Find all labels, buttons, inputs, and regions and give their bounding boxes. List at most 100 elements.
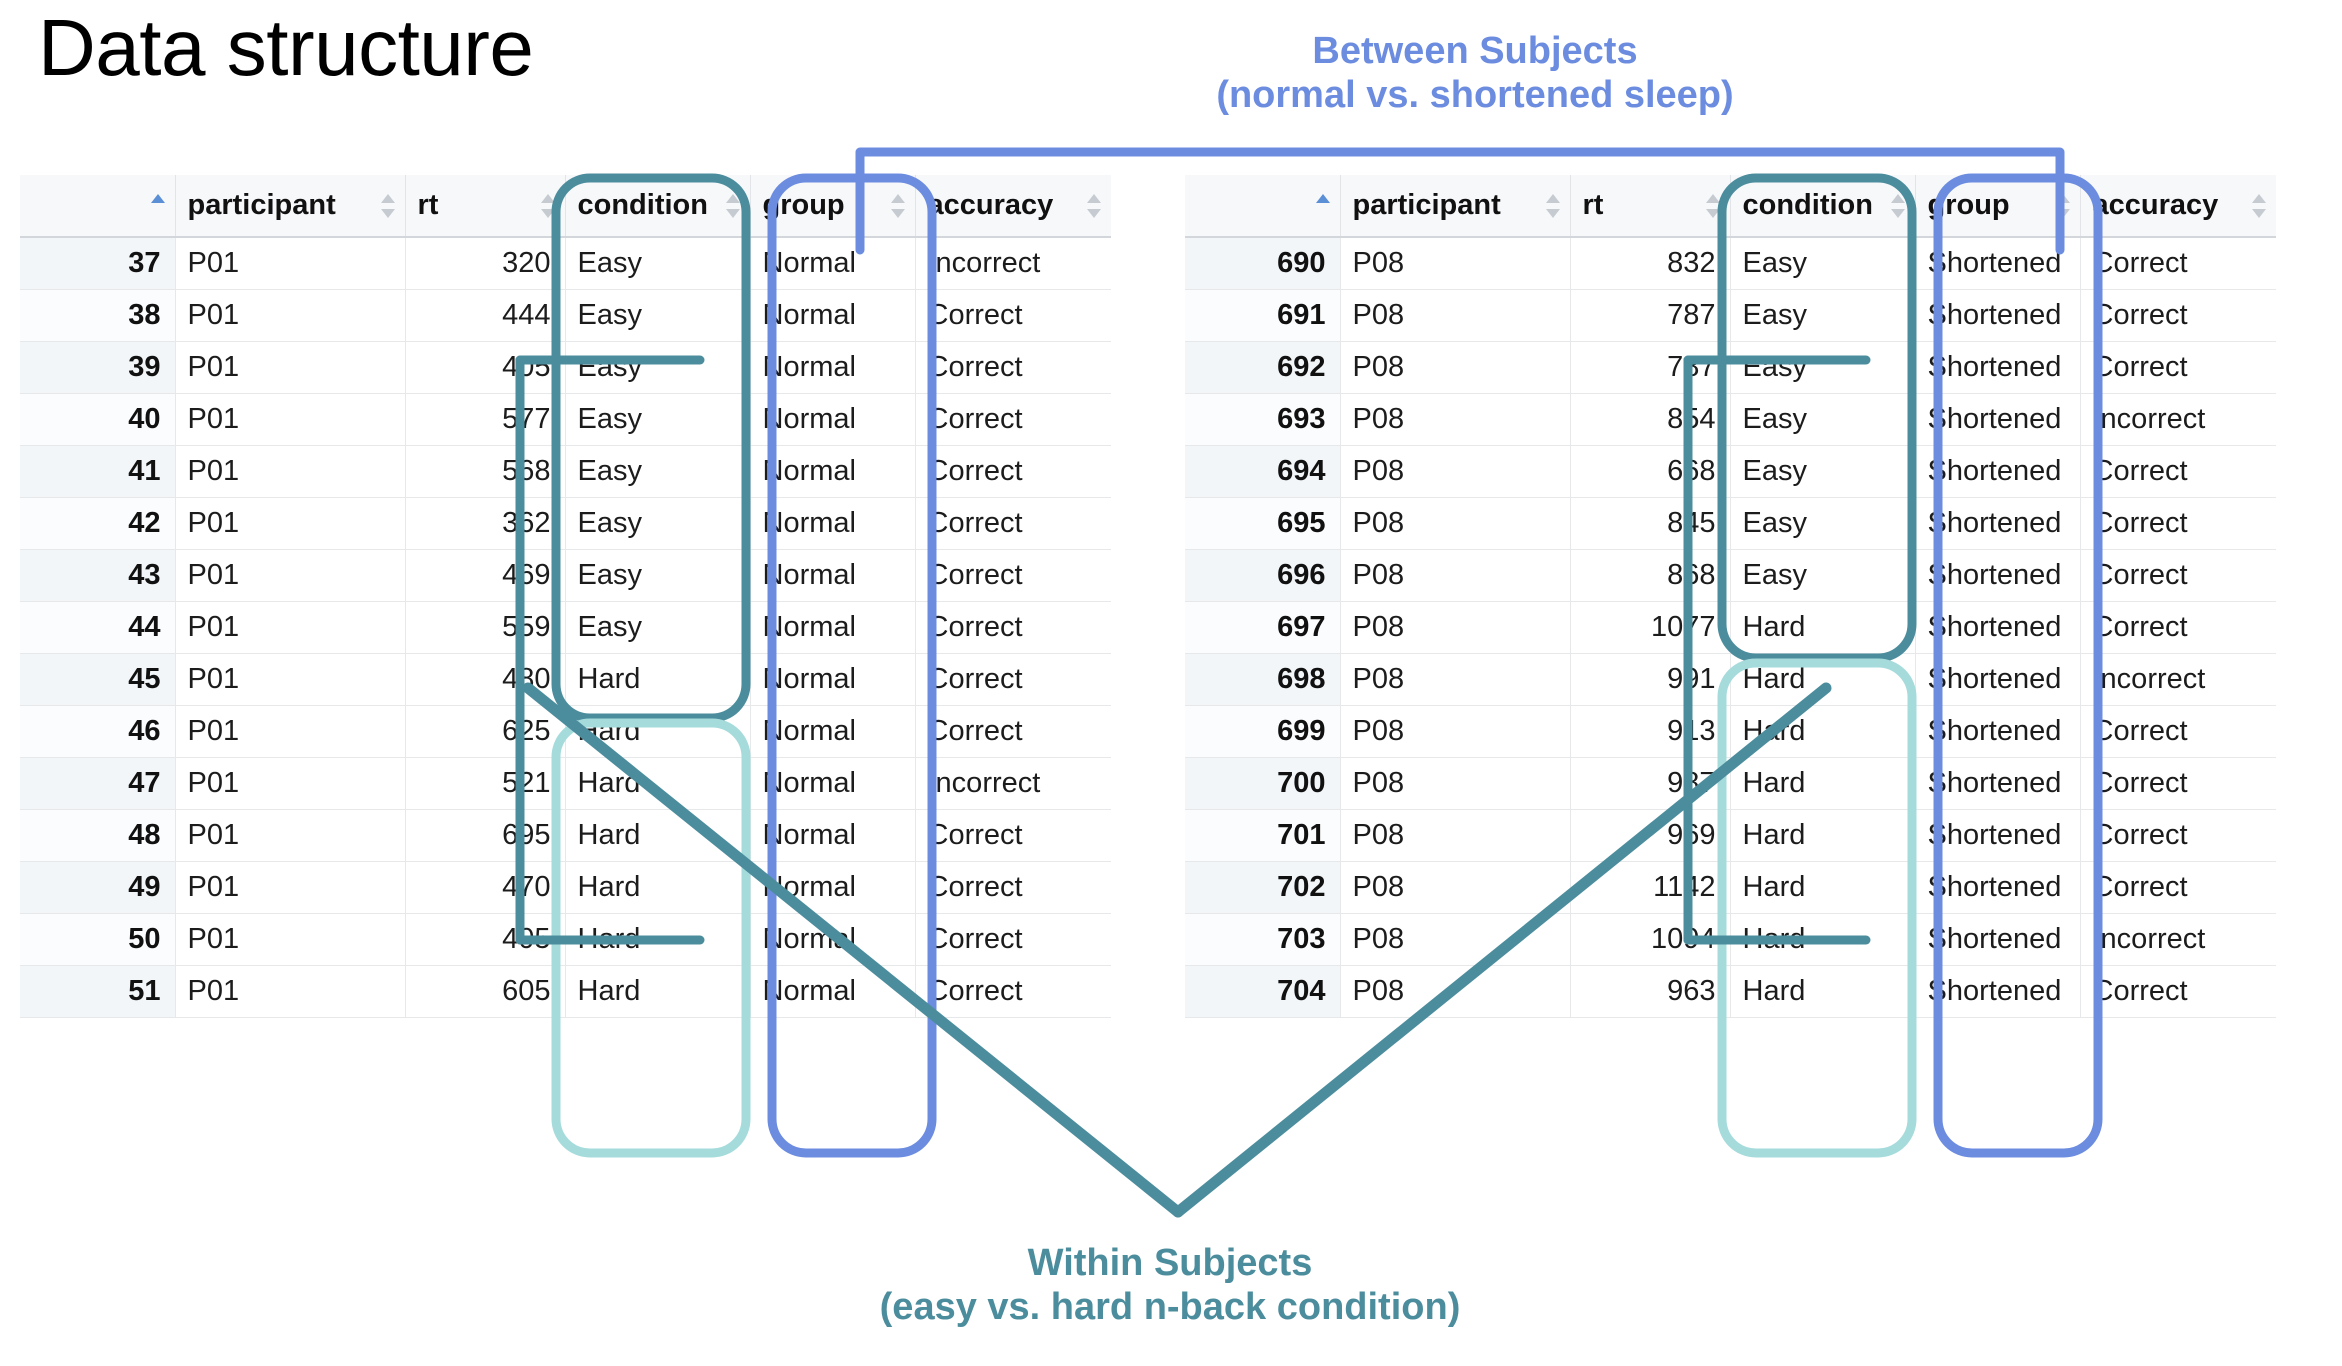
accuracy-cell: Correct [2080, 601, 2276, 654]
rt-cell: 480 [405, 653, 566, 706]
participant-cell: P01 [175, 809, 406, 862]
condition-cell: Hard [1730, 965, 1916, 1018]
table-row[interactable]: 699 P08 913 Hard Shortened Correct [1185, 705, 2276, 758]
column-header-participant[interactable]: participant [175, 175, 406, 238]
table-row[interactable]: 690 P08 832 Easy Shortened Correct [1185, 237, 2276, 290]
accuracy-cell: Correct [2080, 445, 2276, 498]
sort-icon[interactable] [725, 193, 740, 219]
accuracy-cell: Correct [2080, 237, 2276, 290]
table-row[interactable]: 38 P01 444 Easy Normal Correct [20, 289, 1111, 342]
column-header-condition[interactable]: condition [1730, 175, 1916, 238]
sort-icon[interactable] [2252, 193, 2266, 219]
table-row[interactable]: 39 P01 405 Easy Normal Correct [20, 341, 1111, 394]
row-index-cell: 703 [1185, 913, 1341, 966]
table-row[interactable]: 40 P01 577 Easy Normal Correct [20, 393, 1111, 446]
column-header-index[interactable] [1185, 175, 1341, 238]
sort-icon[interactable] [2055, 193, 2070, 219]
table-row[interactable]: 50 P01 405 Hard Normal Correct [20, 913, 1111, 966]
table-row[interactable]: 43 P01 469 Easy Normal Correct [20, 549, 1111, 602]
column-header-condition[interactable]: condition [565, 175, 751, 238]
table-row[interactable]: 46 P01 625 Hard Normal Correct [20, 705, 1111, 758]
table-row[interactable]: 48 P01 695 Hard Normal Correct [20, 809, 1111, 862]
table-row[interactable]: 692 P08 787 Easy Shortened Correct [1185, 341, 2276, 394]
sort-ascending-icon[interactable] [150, 193, 165, 219]
condition-cell: Easy [565, 497, 751, 550]
table-row[interactable]: 702 P08 1142 Hard Shortened Correct [1185, 861, 2276, 914]
sort-icon[interactable] [890, 193, 905, 219]
accuracy-cell: Correct [2080, 965, 2276, 1018]
accuracy-cell: Correct [915, 549, 1111, 602]
table-row[interactable]: 51 P01 605 Hard Normal Correct [20, 965, 1111, 1018]
participant-cell: P08 [1340, 653, 1571, 706]
rt-cell: 405 [405, 341, 566, 394]
group-cell: Shortened [1915, 705, 2081, 758]
column-header-group[interactable]: group [750, 175, 916, 238]
condition-cell: Easy [1730, 393, 1916, 446]
table-row[interactable]: 47 P01 521 Hard Normal Incorrect [20, 757, 1111, 810]
sort-icon[interactable] [1705, 193, 1720, 219]
row-index-cell: 39 [20, 341, 176, 394]
table-right-header: participant rt condition group accuracy [1185, 175, 2276, 238]
column-header-participant[interactable]: participant [1340, 175, 1571, 238]
column-header-accuracy[interactable]: accuracy [2080, 175, 2276, 238]
table-row[interactable]: 696 P08 868 Easy Shortened Correct [1185, 549, 2276, 602]
table-row[interactable]: 693 P08 854 Easy Shortened Incorrect [1185, 393, 2276, 446]
table-row[interactable]: 691 P08 787 Easy Shortened Correct [1185, 289, 2276, 342]
column-header-index[interactable] [20, 175, 176, 238]
table-row[interactable]: 698 P08 991 Hard Shortened Incorrect [1185, 653, 2276, 706]
accuracy-cell: Correct [915, 289, 1111, 342]
column-label-condition: condition [1742, 189, 1873, 221]
sort-icon[interactable] [1890, 193, 1905, 219]
column-label-participant: participant [187, 189, 336, 221]
group-cell: Shortened [1915, 653, 2081, 706]
accuracy-cell: Correct [915, 809, 1111, 862]
participant-cell: P08 [1340, 341, 1571, 394]
table-row[interactable]: 41 P01 568 Easy Normal Correct [20, 445, 1111, 498]
sort-icon[interactable] [1545, 193, 1560, 219]
participant-cell: P08 [1340, 861, 1571, 914]
table-row[interactable]: 37 P01 320 Easy Normal Incorrect [20, 237, 1111, 290]
table-row[interactable]: 697 P08 1077 Hard Shortened Correct [1185, 601, 2276, 654]
table-row[interactable]: 703 P08 1094 Hard Shortened Incorrect [1185, 913, 2276, 966]
table-row[interactable]: 704 P08 963 Hard Shortened Correct [1185, 965, 2276, 1018]
rt-cell: 845 [1570, 497, 1731, 550]
table-row[interactable]: 42 P01 362 Easy Normal Correct [20, 497, 1111, 550]
column-header-rt[interactable]: rt [405, 175, 566, 238]
table-row[interactable]: 44 P01 559 Easy Normal Correct [20, 601, 1111, 654]
row-index-cell: 699 [1185, 705, 1341, 758]
table-row[interactable]: 700 P08 987 Hard Shortened Correct [1185, 757, 2276, 810]
table-row[interactable]: 694 P08 668 Easy Shortened Correct [1185, 445, 2276, 498]
table-row[interactable]: 49 P01 470 Hard Normal Correct [20, 861, 1111, 914]
rt-cell: 405 [405, 913, 566, 966]
group-cell: Normal [750, 289, 916, 342]
column-header-rt[interactable]: rt [1570, 175, 1731, 238]
rt-cell: 963 [1570, 965, 1731, 1018]
table-row[interactable]: 701 P08 969 Hard Shortened Correct [1185, 809, 2276, 862]
group-cell: Normal [750, 601, 916, 654]
accuracy-cell: Correct [915, 861, 1111, 914]
group-cell: Shortened [1915, 861, 2081, 914]
rt-cell: 521 [405, 757, 566, 810]
accuracy-cell: Incorrect [915, 757, 1111, 810]
rt-cell: 568 [405, 445, 566, 498]
column-header-accuracy[interactable]: accuracy [915, 175, 1111, 238]
accuracy-cell: Correct [2080, 809, 2276, 862]
rt-cell: 470 [405, 861, 566, 914]
condition-cell: Easy [565, 289, 751, 342]
sort-icon[interactable] [1087, 193, 1101, 219]
sort-ascending-icon[interactable] [1315, 193, 1330, 219]
row-index-cell: 40 [20, 393, 176, 446]
condition-cell: Hard [565, 757, 751, 810]
data-table-right: participant rt condition group accuracy [1185, 175, 2276, 1018]
between-subjects-line1: Between Subjects [1312, 30, 1638, 72]
participant-cell: P08 [1340, 445, 1571, 498]
column-header-group[interactable]: group [1915, 175, 2081, 238]
column-label-participant: participant [1352, 189, 1501, 221]
group-cell: Shortened [1915, 913, 2081, 966]
table-row[interactable]: 695 P08 845 Easy Shortened Correct [1185, 497, 2276, 550]
condition-cell: Hard [565, 809, 751, 862]
sort-icon[interactable] [380, 193, 395, 219]
table-row[interactable]: 45 P01 480 Hard Normal Correct [20, 653, 1111, 706]
row-index-cell: 693 [1185, 393, 1341, 446]
sort-icon[interactable] [540, 193, 555, 219]
